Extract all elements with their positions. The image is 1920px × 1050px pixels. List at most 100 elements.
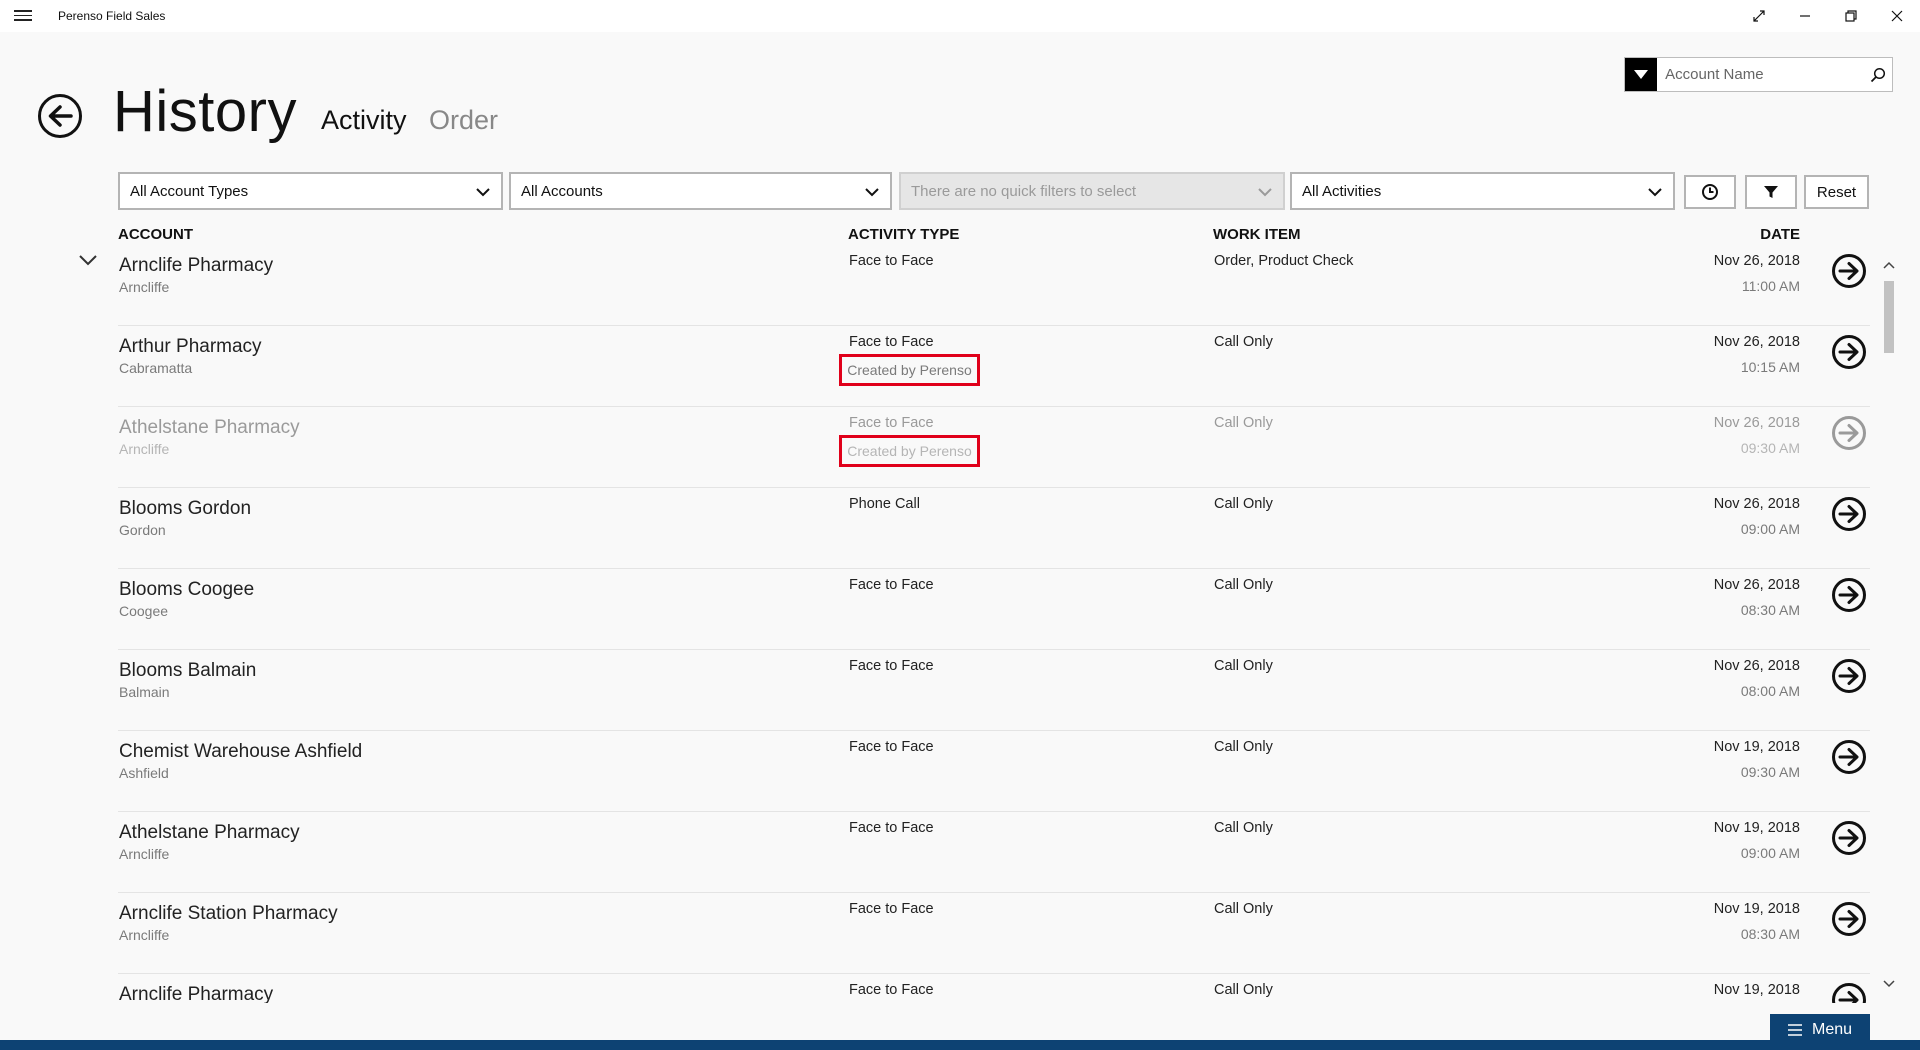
chevron-up-icon [1883, 261, 1895, 269]
activities-filter[interactable]: All Activities [1290, 172, 1675, 210]
work-item: Call Only [1214, 901, 1273, 917]
work-item: Call Only [1214, 496, 1273, 512]
account-name: Arthur Pharmacy [119, 336, 262, 357]
account-suburb: Coogee [119, 603, 169, 619]
tab-order[interactable]: Order [429, 105, 498, 136]
scroll-thumb[interactable] [1884, 281, 1894, 353]
account-name: Arnclife Station Pharmacy [119, 903, 338, 924]
open-activity-button[interactable] [1832, 254, 1866, 288]
chevron-down-icon [1883, 980, 1895, 988]
work-item: Call Only [1214, 415, 1273, 431]
open-activity-button[interactable] [1832, 335, 1866, 369]
table-row[interactable]: Blooms Balmain Balmain Face to Face Call… [0, 650, 1920, 731]
account-name: Arnclife Pharmacy [119, 255, 274, 276]
chevron-down-icon [865, 188, 879, 197]
activity-type: Face to Face [849, 658, 934, 674]
table-row[interactable]: Blooms Coogee Coogee Face to Face Call O… [0, 569, 1920, 650]
chevron-down-icon[interactable] [78, 253, 98, 267]
account-name: Blooms Coogee [119, 579, 255, 600]
table-row[interactable]: Chemist Warehouse Ashfield Ashfield Face… [0, 731, 1920, 812]
table-row[interactable]: Athelstane Pharmacy Arncliffe Face to Fa… [0, 407, 1920, 488]
chevron-down-icon [476, 188, 490, 197]
chevron-down-icon [1648, 188, 1662, 197]
activity-time: 08:00 AM [1740, 683, 1800, 699]
filter-button[interactable] [1745, 175, 1797, 209]
back-button[interactable] [38, 94, 82, 138]
activity-time: 09:00 AM [1740, 521, 1800, 537]
account-name: Chemist Warehouse Ashfield [119, 741, 363, 762]
account-types-value: All Account Types [130, 182, 249, 200]
activity-time: 08:30 AM [1740, 602, 1800, 618]
account-suburb: Arncliffe [119, 279, 170, 295]
search-button[interactable] [1864, 58, 1892, 91]
open-activity-button[interactable] [1832, 416, 1866, 450]
table-row[interactable]: Arthur Pharmacy Cabramatta Face to Face … [0, 326, 1920, 407]
minimize-icon [1800, 15, 1810, 17]
work-item: Call Only [1214, 739, 1273, 755]
created-by-label: Created by Perenso [839, 354, 980, 386]
activity-date: Nov 26, 2018 [1713, 658, 1800, 674]
list-scrollbar[interactable] [1881, 257, 1897, 992]
search-input[interactable] [1657, 58, 1865, 91]
scroll-up-button[interactable] [1881, 257, 1897, 273]
arrow-right-icon [1838, 748, 1859, 766]
hamburger-icon [1787, 1024, 1802, 1036]
column-header-work-item[interactable]: WORK ITEM [1213, 226, 1301, 243]
open-activity-button[interactable] [1832, 902, 1866, 936]
activity-time: 09:30 AM [1740, 440, 1800, 456]
activity-date: Nov 26, 2018 [1713, 253, 1800, 269]
history-list: Arnclife Pharmacy Arncliffe Face to Face… [0, 245, 1920, 1003]
activity-time: 09:30 AM [1740, 764, 1800, 780]
work-item: Call Only [1214, 334, 1273, 350]
activity-date: Nov 26, 2018 [1713, 334, 1800, 350]
caret-down-icon [1634, 70, 1649, 79]
activity-date: Nov 26, 2018 [1713, 496, 1800, 512]
account-name: Blooms Gordon [119, 498, 252, 519]
activity-type: Face to Face [849, 982, 934, 998]
activity-date: Nov 26, 2018 [1713, 577, 1800, 593]
column-header-account[interactable]: ACCOUNT [118, 226, 193, 243]
open-activity-button[interactable] [1832, 578, 1866, 612]
activity-type: Face to Face [849, 334, 934, 350]
fullscreen-button[interactable] [1736, 0, 1782, 32]
date-range-button[interactable] [1684, 175, 1736, 209]
table-row[interactable]: Arnclife Pharmacy Arncliffe Face to Face… [0, 245, 1920, 326]
arrow-right-icon [1838, 829, 1859, 847]
resize-icon [1753, 10, 1765, 22]
accounts-filter[interactable]: All Accounts [509, 172, 892, 210]
menu-label: Menu [1811, 1021, 1853, 1038]
open-activity-button[interactable] [1832, 983, 1866, 1003]
account-types-filter[interactable]: All Account Types [118, 172, 503, 210]
reset-button[interactable]: Reset [1804, 175, 1869, 209]
scroll-down-button[interactable] [1881, 976, 1897, 992]
minimize-button[interactable] [1782, 0, 1828, 32]
clock-icon [1702, 184, 1718, 200]
activity-date: Nov 19, 2018 [1713, 820, 1800, 836]
restore-button[interactable] [1828, 0, 1874, 32]
close-button[interactable] [1874, 0, 1920, 32]
table-row[interactable]: Athelstane Pharmacy Arncliffe Face to Fa… [0, 812, 1920, 893]
table-row[interactable]: Arnclife Station Pharmacy Arncliffe Face… [0, 893, 1920, 974]
page-title: History [113, 79, 297, 144]
search-type-dropdown[interactable] [1625, 58, 1658, 91]
account-suburb: Arncliffe [119, 441, 170, 457]
open-activity-button[interactable] [1832, 497, 1866, 531]
hamburger-menu-icon[interactable] [14, 7, 32, 25]
app-title: Perenso Field Sales [58, 9, 166, 23]
activity-type: Face to Face [849, 901, 934, 917]
open-activity-button[interactable] [1832, 740, 1866, 774]
open-activity-button[interactable] [1832, 659, 1866, 693]
arrow-right-icon [1838, 343, 1859, 361]
close-icon [1891, 10, 1903, 22]
table-row[interactable]: Blooms Gordon Gordon Phone Call Call Onl… [0, 488, 1920, 569]
created-by-label: Created by Perenso [839, 435, 980, 467]
column-header-date[interactable]: DATE [1760, 226, 1800, 243]
activity-time: 11:00 AM [1741, 278, 1800, 294]
table-row[interactable]: Arnclife Pharmacy Face to Face Call Only… [0, 974, 1920, 1003]
menu-button[interactable]: Menu [1770, 1014, 1870, 1046]
column-header-activity-type[interactable]: ACTIVITY TYPE [848, 226, 959, 243]
tab-activity[interactable]: Activity [321, 105, 407, 136]
account-suburb: Arncliffe [119, 927, 170, 943]
activity-date: Nov 19, 2018 [1713, 739, 1800, 755]
open-activity-button[interactable] [1832, 821, 1866, 855]
